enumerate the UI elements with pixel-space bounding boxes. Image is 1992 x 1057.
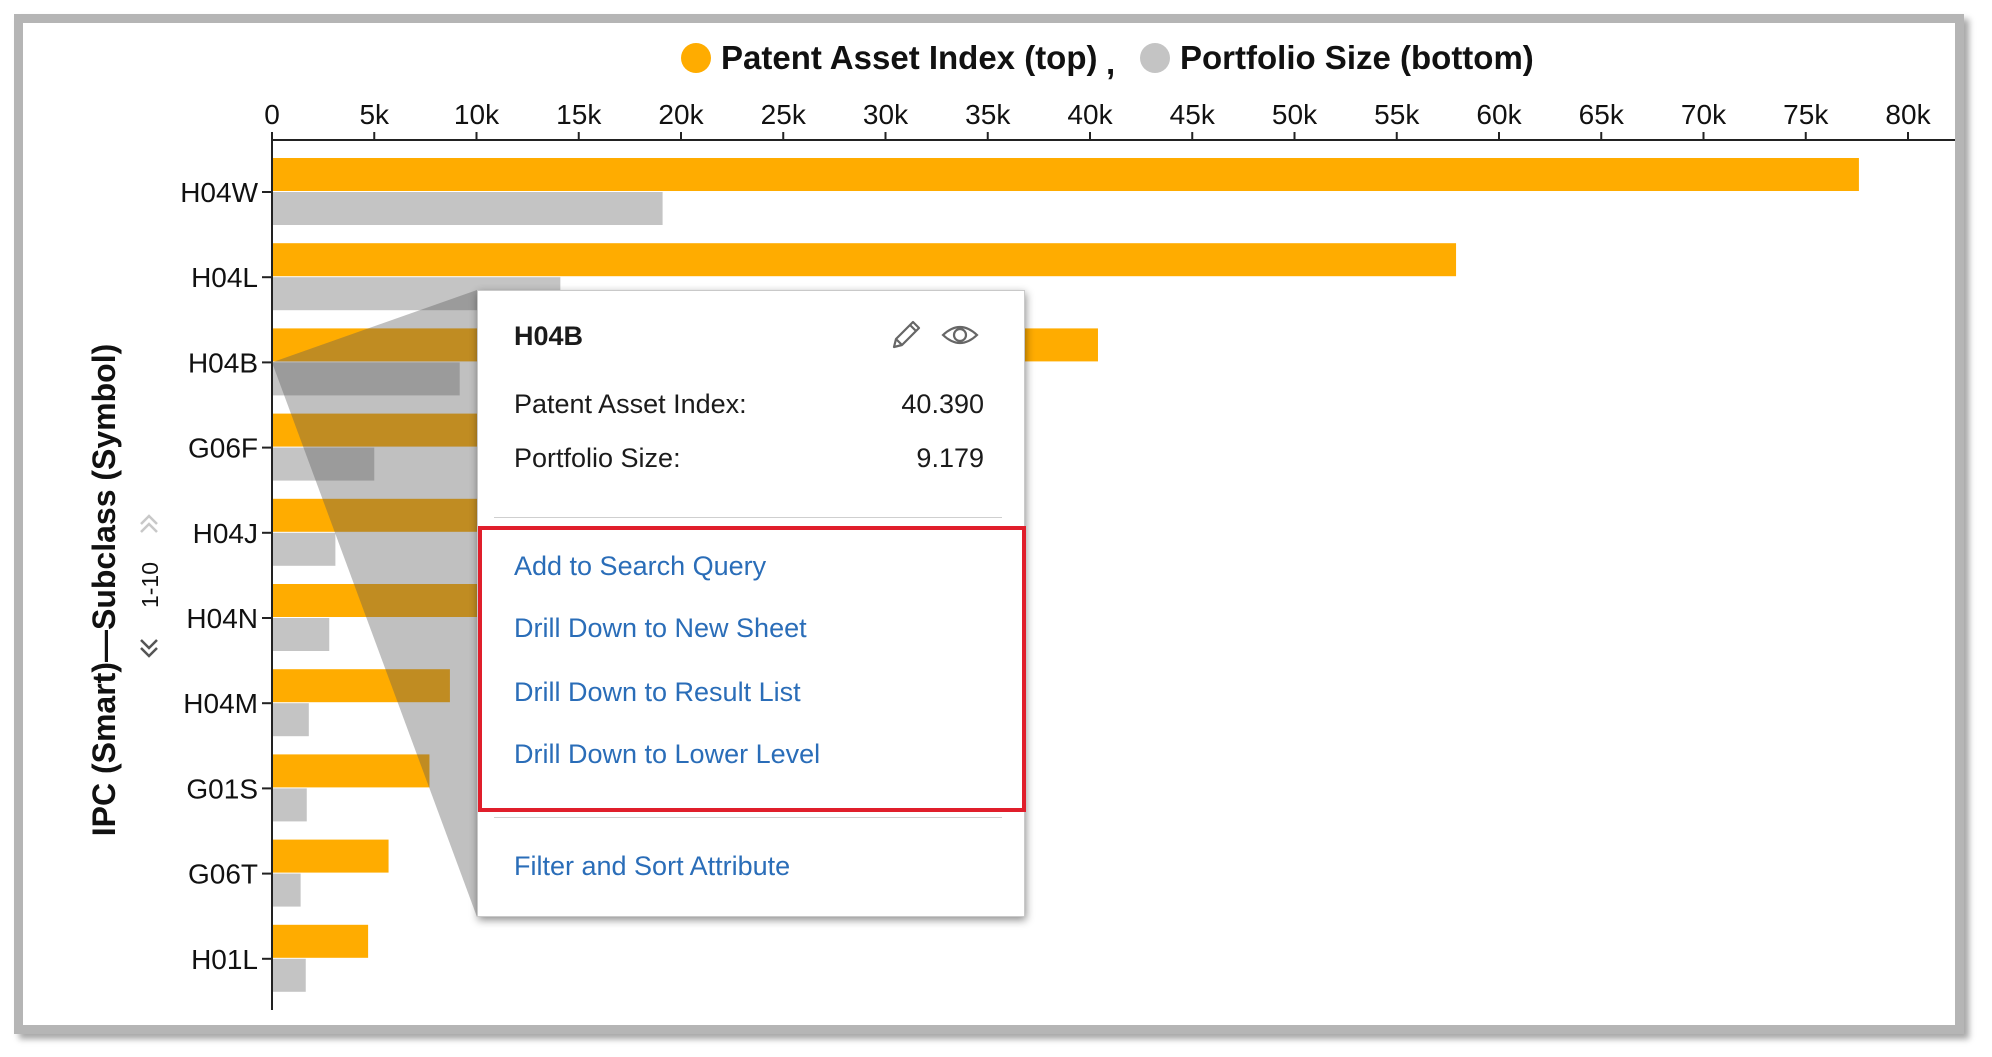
page-up-icon[interactable] bbox=[141, 516, 157, 532]
x-tick-label: 40k bbox=[1067, 99, 1113, 130]
legend-swatch bbox=[1140, 43, 1170, 73]
y-tick-label: H01L bbox=[191, 944, 258, 975]
bar-patent-asset-index[interactable] bbox=[273, 925, 368, 958]
tooltip-row-pai: Patent Asset Index: 40.390 bbox=[514, 389, 984, 420]
x-tick-label: 80k bbox=[1885, 99, 1931, 130]
bar-portfolio-size[interactable] bbox=[273, 533, 335, 566]
y-tick-label: H04W bbox=[180, 177, 258, 208]
tooltip-title: H04B bbox=[514, 321, 583, 352]
x-tick-label: 75k bbox=[1783, 99, 1829, 130]
pager-label: 1-10 bbox=[137, 562, 163, 608]
bar-portfolio-size[interactable] bbox=[273, 618, 329, 651]
tooltip-row-portfolio: Portfolio Size: 9.179 bbox=[514, 443, 984, 474]
x-tick-label: 55k bbox=[1374, 99, 1420, 130]
x-tick-label: 5k bbox=[359, 99, 390, 130]
x-axis: 0 5k 10k 15k 20k 25k 30k 35k 40k 45k 50k 55k 60k 65k 7… bbox=[264, 99, 1955, 140]
x-tick-label: 50k bbox=[1272, 99, 1318, 130]
x-tick-label: 10k bbox=[454, 99, 500, 130]
bar-patent-asset-index[interactable] bbox=[273, 840, 389, 873]
x-tick-label: 70k bbox=[1681, 99, 1727, 130]
x-tick-label: 35k bbox=[965, 99, 1011, 130]
x-tick-label: 65k bbox=[1579, 99, 1625, 130]
x-tick-label: 25k bbox=[761, 99, 807, 130]
x-tick-label: 60k bbox=[1476, 99, 1522, 130]
y-tick-label: H04M bbox=[183, 688, 258, 719]
drill-down-new-sheet-link[interactable]: Drill Down to New Sheet bbox=[514, 613, 807, 644]
tooltip-row-label: Patent Asset Index: bbox=[514, 389, 747, 419]
legend[interactable]: Patent Asset Index (top), Portfolio Size … bbox=[681, 39, 1534, 81]
bar-patent-asset-index[interactable] bbox=[273, 158, 1859, 191]
divider bbox=[494, 517, 1002, 518]
page-down-icon[interactable] bbox=[141, 640, 157, 656]
bar-portfolio-size[interactable] bbox=[273, 959, 306, 992]
add-to-search-query-link[interactable]: Add to Search Query bbox=[514, 551, 766, 582]
drill-down-lower-level-link[interactable]: Drill Down to Lower Level bbox=[514, 739, 820, 770]
x-tick-label: 45k bbox=[1170, 99, 1216, 130]
bar-patent-asset-index[interactable] bbox=[273, 754, 429, 787]
bar-portfolio-size[interactable] bbox=[273, 192, 663, 225]
legend-label[interactable]: Patent Asset Index (top) bbox=[721, 39, 1098, 76]
y-tick-label: H04J bbox=[193, 518, 258, 549]
x-tick-label: 30k bbox=[863, 99, 909, 130]
y-tick-label: G06F bbox=[188, 433, 258, 464]
x-tick-label: 0 bbox=[264, 99, 280, 130]
pencil-icon[interactable] bbox=[888, 317, 924, 353]
y-axis: H04W H04L H04B G06F H04J H04N H04M G01S G06T H01L bbox=[180, 140, 272, 1010]
y-tick-label: H04L bbox=[191, 262, 258, 293]
bar-portfolio-size[interactable] bbox=[273, 703, 309, 736]
y-axis-title: IPC (Smart)—Subclass (Symbol) bbox=[86, 344, 122, 837]
eye-icon[interactable] bbox=[940, 319, 980, 351]
legend-swatch bbox=[681, 43, 711, 73]
y-tick-label: G06T bbox=[188, 859, 258, 890]
drill-down-result-list-link[interactable]: Drill Down to Result List bbox=[514, 677, 801, 708]
y-tick-label: H04B bbox=[188, 347, 258, 378]
legend-separator: , bbox=[1106, 44, 1115, 81]
y-tick-label: G01S bbox=[186, 773, 258, 804]
bar-patent-asset-index[interactable] bbox=[273, 243, 1456, 276]
tooltip-row-value: 9.179 bbox=[916, 443, 984, 474]
tooltip-row-label: Portfolio Size: bbox=[514, 443, 681, 473]
divider bbox=[494, 817, 1002, 818]
bar-portfolio-size[interactable] bbox=[273, 874, 301, 907]
filter-and-sort-link[interactable]: Filter and Sort Attribute bbox=[514, 851, 790, 882]
x-tick-label: 20k bbox=[658, 99, 704, 130]
context-tooltip: H04B Patent Asset Index: 40.390 Portfoli… bbox=[477, 290, 1025, 917]
x-tick-label: 15k bbox=[556, 99, 602, 130]
legend-label[interactable]: Portfolio Size (bottom) bbox=[1180, 39, 1534, 76]
y-tick-label: H04N bbox=[186, 603, 258, 634]
pager[interactable]: 1-10 bbox=[137, 516, 163, 656]
bar-portfolio-size[interactable] bbox=[273, 788, 307, 821]
tooltip-row-value: 40.390 bbox=[901, 389, 984, 420]
